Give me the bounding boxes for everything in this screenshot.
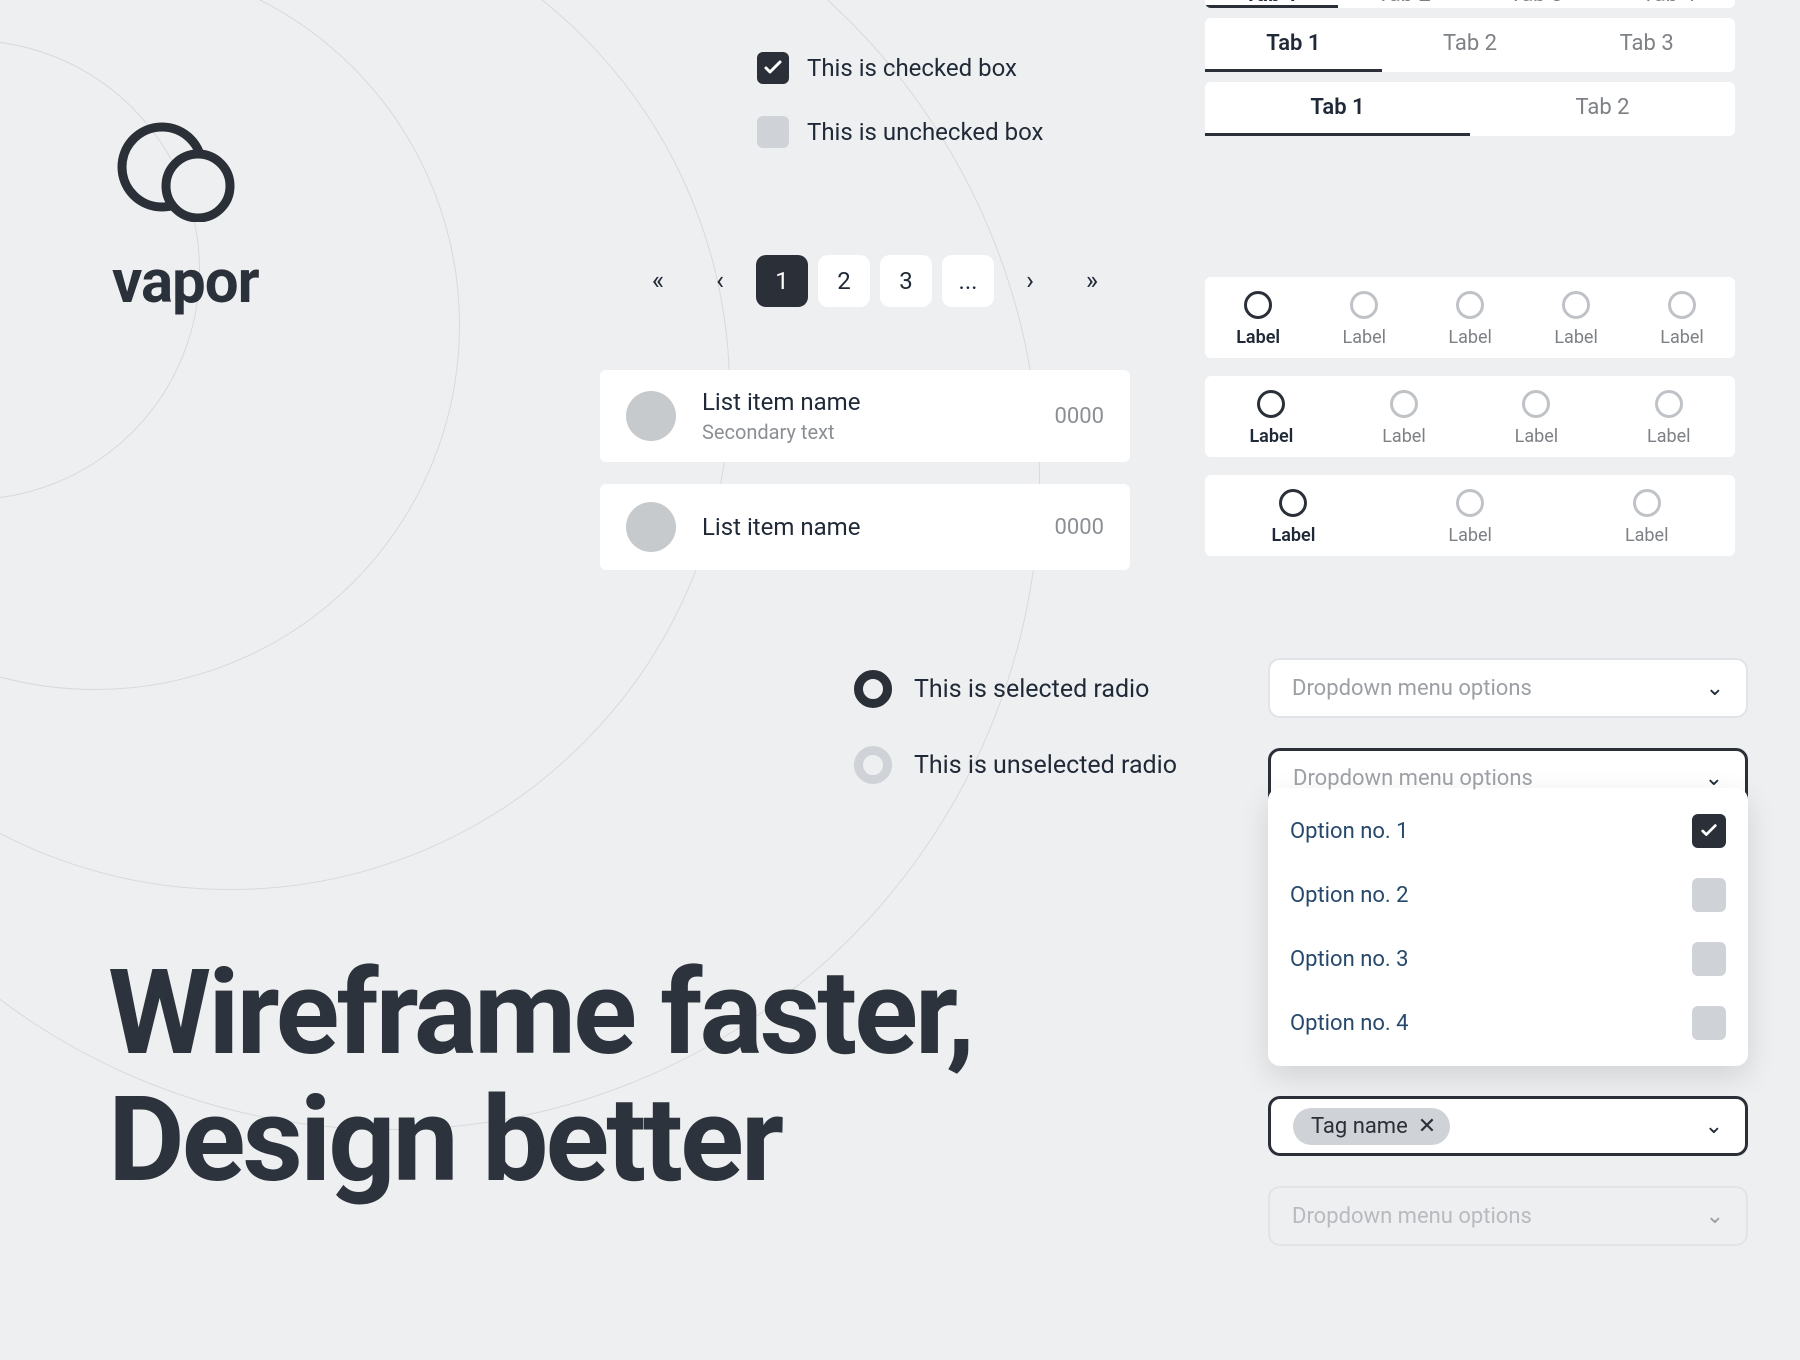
list-item-number: 0000 xyxy=(1055,515,1104,540)
list-item-number: 0000 xyxy=(1055,404,1104,429)
tab[interactable]: Tab 1 xyxy=(1205,0,1338,8)
step[interactable]: Label xyxy=(1272,489,1316,546)
step[interactable]: Label xyxy=(1236,291,1280,348)
step[interactable]: Label xyxy=(1625,489,1669,546)
list-item-title: List item name xyxy=(702,513,860,541)
dropdown-option[interactable]: Option no. 2 xyxy=(1290,870,1726,920)
radio-selected-row[interactable]: This is selected radio xyxy=(854,670,1177,708)
tab[interactable]: Tab 3 xyxy=(1470,0,1603,8)
step[interactable]: Label xyxy=(1249,390,1293,447)
checkbox-unchecked-row[interactable]: This is unchecked box xyxy=(757,116,1043,148)
radio-selected[interactable] xyxy=(854,670,892,708)
dropdown-closed[interactable]: Dropdown menu options ⌄ xyxy=(1268,658,1748,718)
step[interactable]: Label xyxy=(1660,291,1704,348)
page-next-icon[interactable]: › xyxy=(1004,255,1056,307)
tab[interactable]: Tab 4 xyxy=(1603,0,1736,8)
brand-name: vapor xyxy=(112,246,259,317)
page-ellipsis[interactable]: ... xyxy=(942,255,994,307)
tab[interactable]: Tab 1 xyxy=(1205,18,1382,72)
option-checkbox[interactable] xyxy=(1692,1006,1726,1040)
dropdown-options: Option no. 1 Option no. 2 Option no. 3 O… xyxy=(1268,788,1748,1066)
dropdown-placeholder: Dropdown menu options xyxy=(1292,1204,1532,1229)
stepper-3: Label Label Label xyxy=(1205,475,1735,556)
option-checkbox[interactable] xyxy=(1692,878,1726,912)
checkbox-checked-row[interactable]: This is checked box xyxy=(757,52,1043,84)
tab[interactable]: Tab 3 xyxy=(1558,18,1735,72)
step[interactable]: Label xyxy=(1382,390,1426,447)
stepper-4: Label Label Label Label xyxy=(1205,376,1735,457)
chevron-down-icon: ⌄ xyxy=(1705,1114,1723,1139)
list-item-title: List item name xyxy=(702,388,860,416)
step[interactable]: Label xyxy=(1343,291,1387,348)
radio-unselected[interactable] xyxy=(854,746,892,784)
chevron-down-icon: ⌄ xyxy=(1706,1204,1724,1229)
step[interactable]: Label xyxy=(1647,390,1691,447)
dropdown-option[interactable]: Option no. 4 xyxy=(1290,998,1726,1048)
page-2[interactable]: 2 xyxy=(818,255,870,307)
radio-selected-label: This is selected radio xyxy=(914,675,1149,704)
tab[interactable]: Tab 1 xyxy=(1205,82,1470,136)
tab[interactable]: Tab 2 xyxy=(1382,18,1559,72)
page-prev-icon[interactable]: ‹ xyxy=(694,255,746,307)
radio-unselected-row[interactable]: This is unselected radio xyxy=(854,746,1177,784)
avatar xyxy=(626,391,676,441)
step[interactable]: Label xyxy=(1448,489,1492,546)
chevron-down-icon: ⌄ xyxy=(1705,766,1723,791)
tabs-3: Tab 1 Tab 2 Tab 3 xyxy=(1205,18,1735,72)
step[interactable]: Label xyxy=(1448,291,1492,348)
tag-label: Tag name xyxy=(1311,1114,1408,1139)
radio-unselected-label: This is unselected radio xyxy=(914,751,1177,780)
dropdown-tagged[interactable]: Tag name ✕ ⌄ xyxy=(1268,1096,1748,1156)
pagination: « ‹ 1 2 3 ... › » xyxy=(632,255,1118,307)
page-3[interactable]: 3 xyxy=(880,255,932,307)
tab[interactable]: Tab 2 xyxy=(1338,0,1471,8)
page-last-icon[interactable]: » xyxy=(1066,255,1118,307)
logo-icon xyxy=(112,122,242,222)
step[interactable]: Label xyxy=(1515,390,1559,447)
step[interactable]: Label xyxy=(1554,291,1598,348)
option-checkbox-checked[interactable] xyxy=(1692,814,1726,848)
dropdown-placeholder: Dropdown menu options xyxy=(1292,676,1532,701)
checkbox-unchecked-label: This is unchecked box xyxy=(807,118,1043,146)
tabs-4: Tab 1 Tab 2 Tab 3 Tab 4 xyxy=(1205,0,1735,8)
avatar xyxy=(626,502,676,552)
list-item[interactable]: List item name Secondary text 0000 xyxy=(600,370,1130,462)
chevron-down-icon: ⌄ xyxy=(1706,676,1724,701)
logo-block: vapor xyxy=(112,122,259,317)
list-item[interactable]: List item name 0000 xyxy=(600,484,1130,570)
page-1[interactable]: 1 xyxy=(756,255,808,307)
tab[interactable]: Tab 2 xyxy=(1470,82,1735,136)
close-icon[interactable]: ✕ xyxy=(1418,1114,1436,1139)
checkbox-checked-label: This is checked box xyxy=(807,54,1017,82)
dropdown-option[interactable]: Option no. 3 xyxy=(1290,934,1726,984)
stepper-5: Label Label Label Label Label xyxy=(1205,277,1735,358)
checkbox-unchecked[interactable] xyxy=(757,116,789,148)
checkbox-checked[interactable] xyxy=(757,52,789,84)
dropdown-placeholder: Dropdown menu options xyxy=(1293,766,1533,791)
tag-chip[interactable]: Tag name ✕ xyxy=(1293,1108,1450,1145)
list-item-secondary: Secondary text xyxy=(702,420,860,444)
page-first-icon[interactable]: « xyxy=(632,255,684,307)
dropdown-disabled: Dropdown menu options ⌄ xyxy=(1268,1186,1748,1246)
dropdown-option[interactable]: Option no. 1 xyxy=(1290,806,1726,856)
tabs-2: Tab 1 Tab 2 xyxy=(1205,82,1735,136)
option-checkbox[interactable] xyxy=(1692,942,1726,976)
